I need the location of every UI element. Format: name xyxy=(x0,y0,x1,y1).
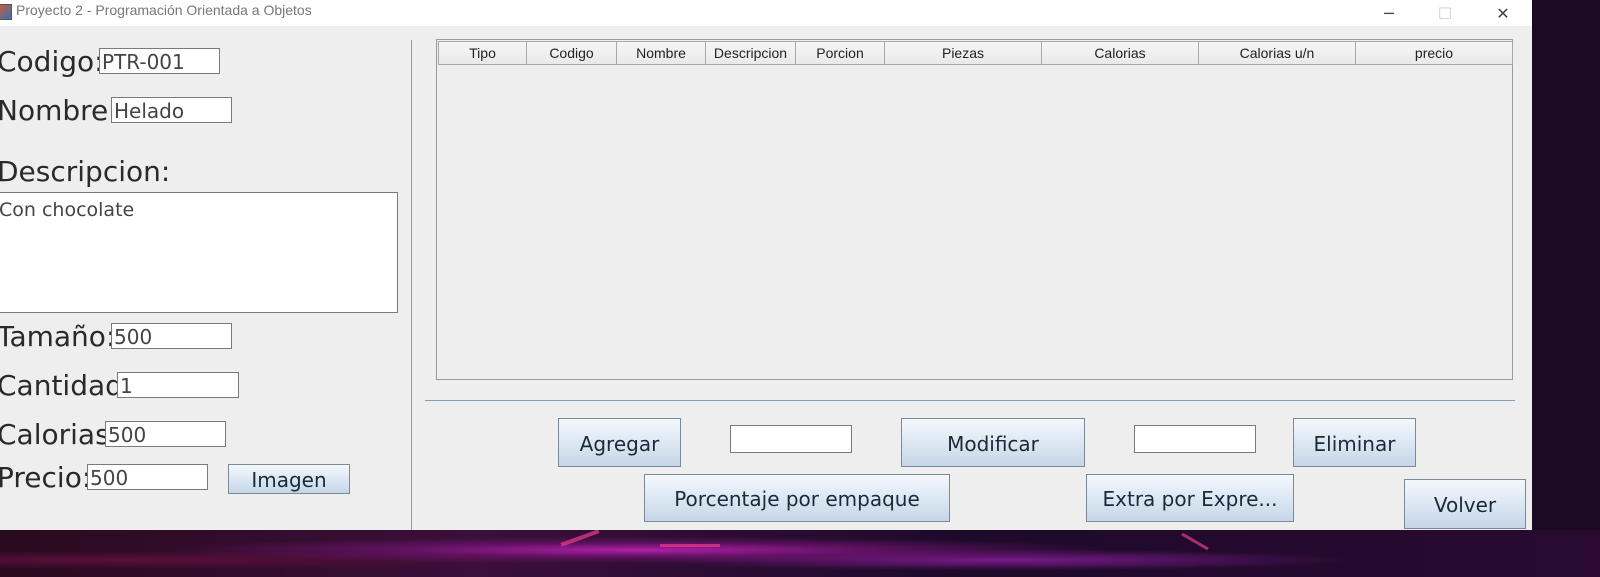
nombre-field[interactable]: Helado xyxy=(111,97,232,123)
agregar-button[interactable]: Agregar xyxy=(558,418,681,467)
wallpaper-streak xyxy=(660,544,720,547)
column-header[interactable]: Piezas xyxy=(885,41,1042,65)
desktop-wallpaper xyxy=(0,529,1600,577)
window-title: Proyecto 2 - Programación Orientada a Ob… xyxy=(16,2,312,18)
vertical-divider xyxy=(411,40,412,530)
column-header[interactable]: Porcion xyxy=(796,41,885,65)
precio-field[interactable]: 500 xyxy=(87,464,208,490)
column-header[interactable]: precio xyxy=(1356,41,1513,65)
close-button[interactable]: ✕ xyxy=(1480,0,1526,26)
volver-button[interactable]: Volver xyxy=(1404,479,1526,529)
horizontal-divider xyxy=(425,400,1515,401)
column-header[interactable]: Calorias xyxy=(1042,41,1199,65)
calorias-field[interactable]: 500 xyxy=(105,421,226,447)
descripcion-label: Descripcion: xyxy=(0,155,171,188)
modificar-button[interactable]: Modificar xyxy=(901,418,1085,467)
modificar-input[interactable] xyxy=(730,425,852,453)
wallpaper-streak xyxy=(560,529,600,547)
column-header[interactable]: Nombre xyxy=(617,41,706,65)
java-app-icon xyxy=(0,4,12,20)
extra-expres-button[interactable]: Extra por Expre... xyxy=(1086,474,1294,522)
title-bar[interactable]: Proyecto 2 - Programación Orientada a Ob… xyxy=(0,0,1532,26)
products-table[interactable]: Tipo Codigo Nombre Descripcion Porcion Piezas… xyxy=(436,39,1513,380)
maximize-button[interactable]: ☐ xyxy=(1422,0,1468,26)
tamano-field[interactable]: 500 xyxy=(111,323,232,349)
imagen-button[interactable]: Imagen xyxy=(228,464,350,494)
codigo-field[interactable]: PTR-001 xyxy=(99,48,220,74)
app-window: Proyecto 2 - Programación Orientada a Ob… xyxy=(0,0,1532,530)
descripcion-textarea[interactable]: Con chocolate xyxy=(0,192,398,313)
nombre-label: Nombre: xyxy=(0,94,118,127)
precio-label: Precio: xyxy=(0,461,92,494)
column-header[interactable]: Codigo xyxy=(527,41,617,65)
wallpaper-streak xyxy=(1181,532,1209,551)
codigo-label: Codigo: xyxy=(0,45,104,78)
tamano-label: Tamaño: xyxy=(0,320,116,353)
column-header[interactable]: Calorias u/n xyxy=(1199,41,1356,65)
eliminar-button[interactable]: Eliminar xyxy=(1293,418,1416,467)
column-header[interactable]: Tipo xyxy=(438,41,527,65)
minimize-button[interactable]: ─ xyxy=(1366,0,1412,26)
column-header[interactable]: Descripcion xyxy=(706,41,796,65)
porcentaje-empaque-button[interactable]: Porcentaje por empaque xyxy=(644,474,950,522)
cantidad-field[interactable]: 1 xyxy=(117,372,239,398)
calorias-label: Calorias: xyxy=(0,418,120,451)
eliminar-input[interactable] xyxy=(1134,425,1256,453)
cantidad-label: Cantidad: xyxy=(0,369,133,402)
table-header: Tipo Codigo Nombre Descripcion Porcion Piezas… xyxy=(438,41,1513,65)
